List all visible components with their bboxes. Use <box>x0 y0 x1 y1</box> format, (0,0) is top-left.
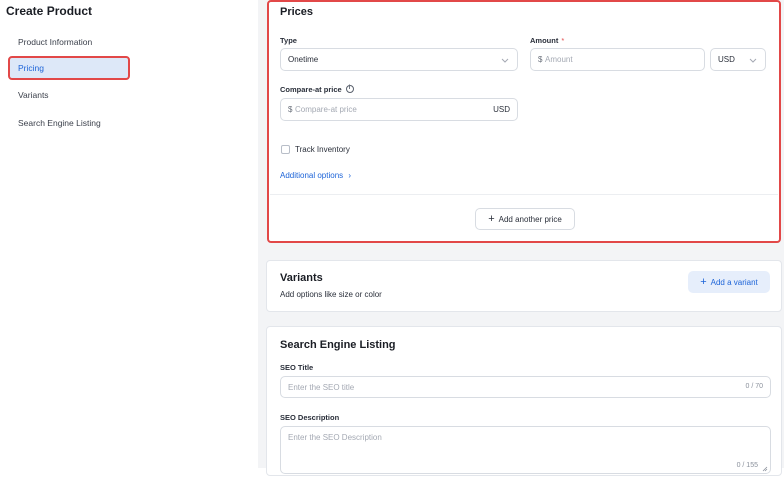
resize-handle-icon[interactable] <box>762 465 768 472</box>
seo-title-placeholder: Enter the SEO title <box>288 383 355 392</box>
track-inventory-checkbox[interactable] <box>281 145 290 154</box>
seo-description-placeholder: Enter the SEO Description <box>288 433 382 442</box>
seo-description-textarea[interactable]: Enter the SEO Description 0 / 155 <box>280 426 771 474</box>
amount-label: Amount * <box>530 36 564 45</box>
seo-title-label: SEO Title <box>280 363 314 372</box>
sidebar-item-product-information[interactable]: Product Information <box>8 30 130 54</box>
main-content: Prices Type Onetime Amount * $ Amount USD… <box>258 0 784 476</box>
divider <box>270 194 778 195</box>
search-engine-listing-card: Search Engine Listing SEO Title Enter th… <box>266 326 782 476</box>
amount-label-text: Amount <box>530 36 559 45</box>
add-variant-label: Add a variant <box>710 278 758 287</box>
seo-title-input[interactable]: Enter the SEO title 0 / 70 <box>280 376 771 398</box>
compare-at-price-label: Compare-at price <box>280 85 354 94</box>
info-icon[interactable] <box>345 85 354 93</box>
seo-section-title: Search Engine Listing <box>280 339 396 351</box>
additional-options-link[interactable]: Additional options › <box>280 171 351 180</box>
type-select[interactable]: Onetime <box>280 48 518 71</box>
compare-currency: USD <box>493 105 510 114</box>
page-title: Create Product <box>6 4 93 18</box>
compare-at-price-placeholder: Compare-at price <box>295 105 357 114</box>
currency-symbol: $ <box>538 55 543 64</box>
type-label: Type <box>280 36 297 45</box>
seo-description-label: SEO Description <box>280 413 340 422</box>
sidebar-item-search-engine-listing[interactable]: Search Engine Listing <box>8 111 130 135</box>
amount-input[interactable]: $ Amount <box>530 48 705 71</box>
seo-title-counter: 0 / 70 <box>745 383 763 390</box>
sidebar-item-pricing[interactable]: Pricing <box>8 56 130 80</box>
plus-icon: + <box>488 213 495 225</box>
variants-subtitle: Add options like size or color <box>280 290 382 299</box>
type-value: Onetime <box>288 55 319 64</box>
add-another-price-label: Add another price <box>498 215 562 224</box>
track-inventory-label: Track Inventory <box>295 145 350 154</box>
required-marker: * <box>561 36 565 45</box>
variants-card: Variants Add options like size or color … <box>266 260 782 312</box>
currency-symbol: $ <box>288 105 293 114</box>
prices-title: Prices <box>280 6 314 18</box>
currency-value: USD <box>718 55 735 64</box>
additional-options-label: Additional options <box>280 171 344 180</box>
sidebar: Create Product Product Information Prici… <box>0 0 258 468</box>
variants-title: Variants <box>280 272 323 284</box>
add-variant-button[interactable]: + Add a variant <box>688 271 770 293</box>
plus-icon: + <box>700 276 707 288</box>
sidebar-item-variants[interactable]: Variants <box>8 83 130 107</box>
add-another-price-button[interactable]: + Add another price <box>475 208 575 230</box>
chevron-down-icon <box>749 56 757 64</box>
prices-card: Prices Type Onetime Amount * $ Amount USD… <box>267 0 781 243</box>
chevron-right-icon: › <box>348 171 352 180</box>
compare-at-price-label-text: Compare-at price <box>280 85 342 94</box>
amount-placeholder: Amount <box>545 55 573 64</box>
seo-description-counter: 0 / 155 <box>736 462 758 469</box>
currency-select[interactable]: USD <box>710 48 766 71</box>
compare-at-price-input[interactable]: $ Compare-at price USD <box>280 98 518 121</box>
chevron-down-icon <box>501 56 509 64</box>
